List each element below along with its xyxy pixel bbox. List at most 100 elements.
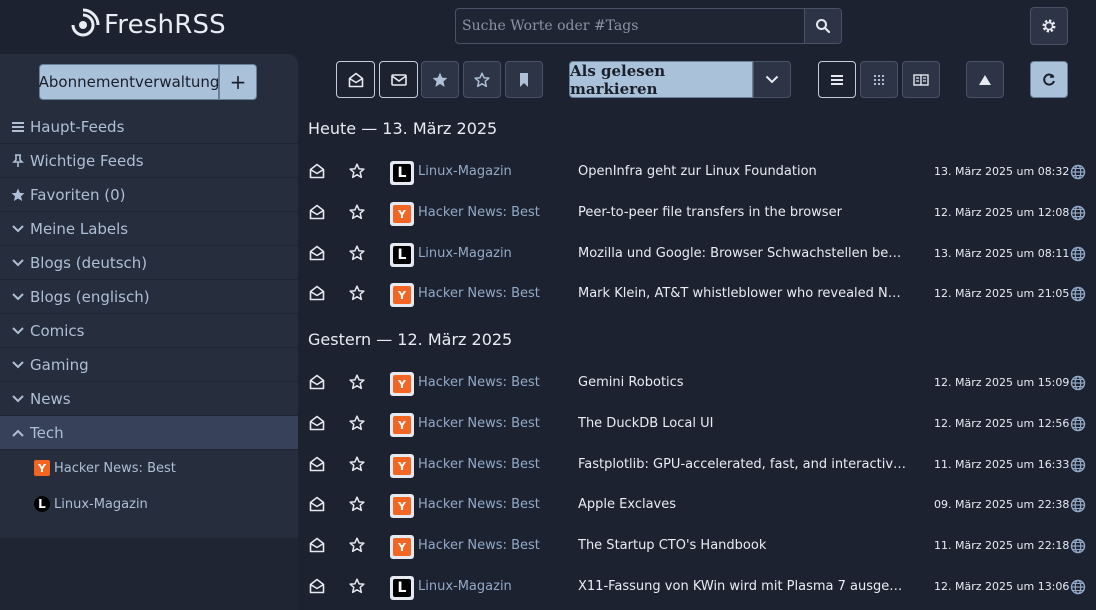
article-row[interactable]: Y Hacker News: Best Peer-to-peer file tran… (298, 194, 1096, 235)
article-feed-link[interactable]: Linux-Magazin (418, 579, 512, 594)
mark-read-toggle-icon[interactable] (309, 496, 325, 516)
article-row[interactable]: L Linux-Magazin OpenInfra geht zur Linux F… (298, 153, 1096, 194)
globe-icon[interactable] (1070, 205, 1086, 225)
article-feed-link[interactable]: Hacker News: Best (418, 538, 540, 553)
favorite-toggle-icon[interactable] (349, 496, 365, 516)
show-unread-button[interactable] (336, 61, 375, 98)
mark-read-toggle-icon[interactable] (309, 204, 325, 224)
favorite-toggle-icon[interactable] (349, 204, 365, 224)
sidebar-item-my-labels[interactable]: Meine Labels (0, 212, 298, 246)
article-title[interactable]: The Startup CTO's Handbook (578, 538, 908, 553)
article-feed-link[interactable]: Hacker News: Best (418, 375, 540, 390)
show-favorites-button[interactable] (421, 61, 459, 98)
sidebar-item-tech[interactable]: Tech (0, 416, 298, 450)
globe-icon[interactable] (1070, 416, 1086, 436)
search-button[interactable] (804, 9, 841, 43)
article-title[interactable]: Mark Klein, AT&T whistleblower who revea… (578, 286, 908, 301)
article-title[interactable]: Mozilla und Google: Browser Schwachstell… (578, 246, 908, 261)
favorite-toggle-icon[interactable] (349, 374, 365, 394)
subscription-management-button[interactable]: Abonnementverwaltung (39, 64, 219, 100)
mark-read-dropdown-button[interactable] (753, 61, 791, 98)
mark-read-toggle-icon[interactable] (309, 578, 325, 598)
article-feed-link[interactable]: Hacker News: Best (418, 457, 540, 472)
article-date: 11. März 2025 um 16:33 (934, 458, 1070, 471)
article-title[interactable]: Peer-to-peer file transfers in the brows… (578, 205, 908, 220)
globe-icon[interactable] (1070, 375, 1086, 395)
favorite-toggle-icon[interactable] (349, 456, 365, 476)
mark-read-toggle-icon[interactable] (309, 456, 325, 476)
chevron-down-icon (10, 221, 26, 237)
sidebar-item-main-feeds[interactable]: Haupt-Feeds (0, 110, 298, 144)
sidebar-item-favorites[interactable]: Favoriten (0) (0, 178, 298, 212)
mark-read-toggle-icon[interactable] (309, 374, 325, 394)
sidebar-item-label: Blogs (englisch) (30, 287, 150, 306)
mark-read-toggle-icon[interactable] (309, 415, 325, 435)
view-normal-button[interactable] (818, 61, 856, 98)
article-row[interactable]: Y Hacker News: Best Mark Klein, AT&T whist… (298, 275, 1096, 316)
view-reader-button[interactable] (902, 61, 940, 98)
favorite-toggle-icon[interactable] (349, 245, 365, 265)
show-read-button[interactable] (379, 61, 418, 98)
sidebar-item-news[interactable]: News (0, 382, 298, 416)
article-title[interactable]: Fastplotlib: GPU-accelerated, fast, and … (578, 457, 908, 472)
sidebar-nav: Haupt-Feeds Wichtige Feeds Favoriten (0)… (0, 110, 298, 522)
globe-icon[interactable] (1070, 286, 1086, 306)
globe-icon[interactable] (1070, 538, 1086, 558)
show-non-favorites-button[interactable] (463, 61, 501, 98)
favorite-toggle-icon[interactable] (349, 163, 365, 183)
favorite-toggle-icon[interactable] (349, 537, 365, 557)
globe-icon[interactable] (1070, 579, 1086, 599)
mark-read-toggle-icon[interactable] (309, 537, 325, 557)
refresh-button[interactable] (1030, 61, 1068, 98)
sidebar-feed-linux-magazin[interactable]: L Linux-Magazin (0, 486, 298, 522)
article-feed-link[interactable]: Hacker News: Best (418, 497, 540, 512)
star-icon (10, 187, 26, 203)
favorite-toggle-icon[interactable] (349, 578, 365, 598)
sidebar-item-gaming[interactable]: Gaming (0, 348, 298, 382)
article-feed-link[interactable]: Linux-Magazin (418, 164, 512, 179)
sidebar-feed-hacker-news[interactable]: Y Hacker News: Best (0, 450, 298, 486)
favorite-toggle-icon[interactable] (349, 415, 365, 435)
article-title[interactable]: Apple Exclaves (578, 497, 908, 512)
add-subscription-button[interactable]: + (219, 64, 257, 100)
globe-icon[interactable] (1070, 164, 1086, 184)
article-feed-link[interactable]: Hacker News: Best (418, 416, 540, 431)
settings-button[interactable] (1030, 7, 1068, 45)
chevron-down-icon (10, 357, 26, 373)
view-grid-button[interactable] (860, 61, 898, 98)
article-row[interactable]: L Linux-Magazin Mozilla und Google: Browse… (298, 235, 1096, 276)
article-title[interactable]: The DuckDB Local UI (578, 416, 908, 431)
search-input[interactable] (456, 9, 804, 43)
article-title[interactable]: X11-Fassung von KWin wird mit Plasma 7 a… (578, 579, 908, 594)
mark-as-read-button[interactable]: Als gelesen markieren (569, 61, 753, 98)
article-feed-link[interactable]: Hacker News: Best (418, 205, 540, 220)
sidebar-item-important-feeds[interactable]: Wichtige Feeds (0, 144, 298, 178)
favorite-toggle-icon[interactable] (349, 285, 365, 305)
mark-read-toggle-icon[interactable] (309, 285, 325, 305)
globe-icon[interactable] (1070, 246, 1086, 266)
article-row[interactable]: Y Hacker News: Best Fastplotlib: GPU-accel… (298, 446, 1096, 487)
triangle-up-icon (979, 74, 991, 85)
article-date: 12. März 2025 um 21:05 (934, 287, 1070, 300)
show-labeled-button[interactable] (505, 61, 543, 98)
article-row[interactable]: Y Hacker News: Best The Startup CTO's Hand… (298, 527, 1096, 568)
mark-read-toggle-icon[interactable] (309, 245, 325, 265)
sidebar-item-comics[interactable]: Comics (0, 314, 298, 348)
app-logo[interactable]: FreshRSS (66, 8, 226, 42)
article-title[interactable]: OpenInfra geht zur Linux Foundation (578, 164, 908, 179)
sort-order-button[interactable] (966, 61, 1004, 98)
globe-icon[interactable] (1070, 497, 1086, 517)
search-icon (816, 19, 831, 34)
article-row[interactable]: Y Hacker News: Best Gemini Robotics 12. Mär… (298, 364, 1096, 405)
globe-icon[interactable] (1070, 457, 1086, 477)
article-title[interactable]: Gemini Robotics (578, 375, 908, 390)
sidebar-item-blogs-english[interactable]: Blogs (englisch) (0, 280, 298, 314)
article-row[interactable]: L Linux-Magazin X11-Fassung von KWin wird … (298, 568, 1096, 609)
article-row[interactable]: Y Hacker News: Best Apple Exclaves 09. März… (298, 486, 1096, 527)
mark-read-toggle-icon[interactable] (309, 163, 325, 183)
article-row[interactable]: Y Hacker News: Best The DuckDB Local UI 12.… (298, 405, 1096, 446)
article-feed-link[interactable]: Linux-Magazin (418, 246, 512, 261)
hacker-news-favicon-icon: Y (393, 497, 411, 515)
sidebar-item-blogs-german[interactable]: Blogs (deutsch) (0, 246, 298, 280)
article-feed-link[interactable]: Hacker News: Best (418, 286, 540, 301)
